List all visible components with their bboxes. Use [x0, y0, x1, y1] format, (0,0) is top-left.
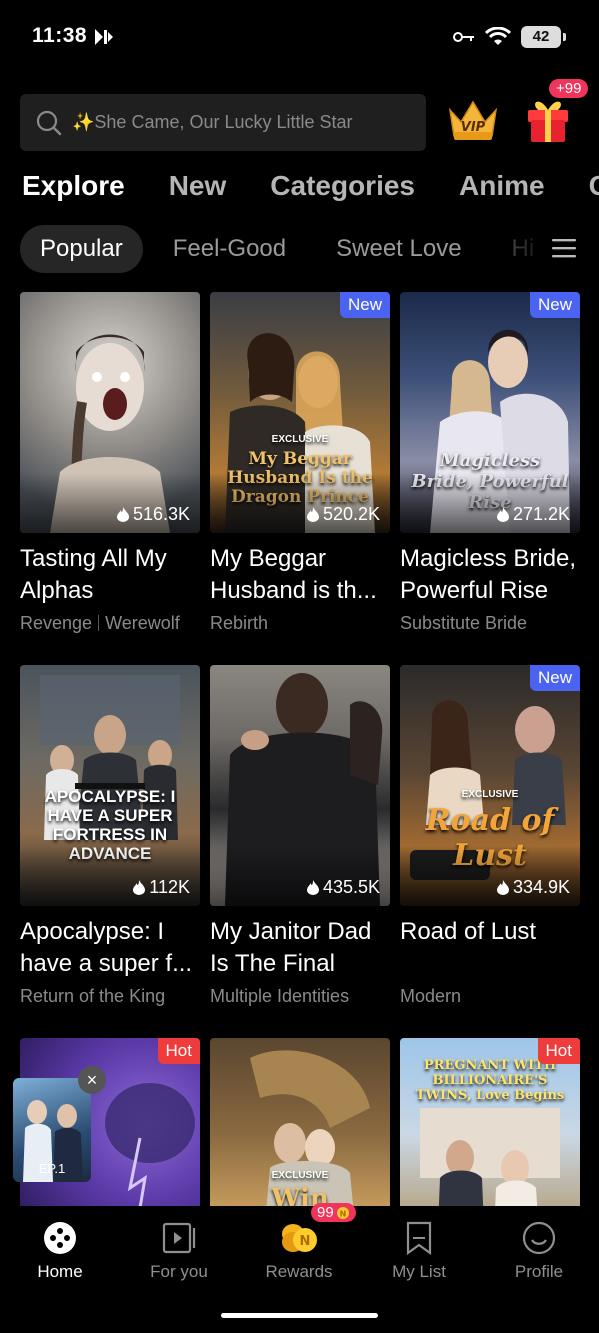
- view-count: 435.5K: [306, 877, 380, 898]
- view-count: 271.2K: [496, 504, 570, 525]
- battery-indicator: 42: [521, 26, 566, 48]
- card-title: Magicless Bride, Powerful Rise: [400, 545, 577, 604]
- status-tray: 42: [453, 26, 566, 48]
- wifi-icon: [485, 27, 511, 45]
- cover-text: EXCLUSIVE: [271, 434, 329, 445]
- fire-icon: [496, 507, 509, 522]
- new-tag: New: [339, 292, 390, 318]
- screen-mirror-icon: [95, 29, 113, 45]
- chip-feel-good[interactable]: Feel-Good: [153, 225, 306, 273]
- primary-tabs: Explore New Categories Anime C: [22, 170, 599, 214]
- cover-image: Magicless Bride, Powerful Rise New 271.2…: [400, 292, 580, 533]
- coins-icon: N: [282, 1224, 317, 1252]
- drama-card[interactable]: 435.5K My Janitor Dad Is The Final Bo...…: [210, 665, 390, 1007]
- cover-text: EXCLUSIVE: [271, 1170, 329, 1181]
- new-tag: New: [529, 665, 580, 691]
- view-count: 516.3K: [116, 504, 190, 525]
- hot-tag: Hot: [537, 1038, 580, 1064]
- card-genres: Modern: [400, 986, 462, 1006]
- cover-image: EXCLUSIVE Road of Lust New 334.9K: [400, 665, 580, 906]
- card-genres: Substitute Bride: [400, 613, 528, 633]
- mini-player[interactable]: EP.1: [13, 1078, 91, 1182]
- nav-label: Home: [37, 1262, 83, 1281]
- card-title: Apocalypse: I have a super f...: [20, 918, 193, 977]
- view-count: 520.2K: [306, 504, 380, 525]
- home-indicator[interactable]: [221, 1313, 378, 1318]
- profile-icon: [522, 1221, 556, 1255]
- drama-card[interactable]: 516.3K Tasting All My Alphas Revenge Were…: [20, 292, 200, 634]
- vip-crown-icon[interactable]: VIP: [446, 96, 500, 144]
- cover-text: PREGNANT WITH BILLIONAIRE'S TWINS, Love …: [415, 1058, 565, 1103]
- search-bar[interactable]: ✨She Came, Our Lucky Little Star: [20, 94, 426, 151]
- drama-card[interactable]: EXCLUSIVE My Beggar Husband Is the Drago…: [210, 292, 390, 634]
- gift-icon[interactable]: [524, 92, 572, 144]
- card-genres: Multiple Identities: [210, 986, 350, 1006]
- drama-card[interactable]: Magicless Bride, Powerful Rise New 271.2…: [400, 292, 580, 634]
- nav-rewards[interactable]: N Rewards: [239, 1220, 359, 1282]
- hot-tag: Hot: [157, 1038, 200, 1064]
- card-genres: Return of the King: [20, 986, 166, 1006]
- fire-icon: [116, 507, 129, 522]
- vip-label: VIP: [461, 120, 486, 135]
- card-title: My Janitor Dad Is The Final Bo...: [210, 918, 372, 977]
- tab-anime[interactable]: Anime: [459, 170, 545, 214]
- card-genres: Rebirth: [210, 613, 269, 633]
- nav-label: Profile: [514, 1262, 564, 1281]
- close-icon[interactable]: ×: [78, 1066, 106, 1094]
- nav-label: Rewards: [265, 1262, 333, 1281]
- nav-label: My List: [392, 1262, 446, 1281]
- gift-badge: +99: [549, 79, 589, 98]
- menu-icon[interactable]: [552, 237, 576, 259]
- chips-fade: [500, 225, 550, 273]
- tab-new[interactable]: New: [169, 170, 227, 214]
- home-icon: [44, 1222, 76, 1254]
- search-icon: [36, 110, 62, 135]
- genre-chips: Popular Feel-Good Sweet Love Hi: [20, 225, 564, 273]
- nav-home[interactable]: Home: [0, 1220, 120, 1282]
- chip-popular[interactable]: Popular: [20, 225, 143, 273]
- cover-image: 516.3K: [20, 292, 200, 533]
- cover-text: EXCLUSIVE: [461, 789, 519, 800]
- cover-image: APOCALYPSE: I HAVE A SUPER FORTRESS IN A…: [20, 665, 200, 906]
- rewards-badge: 99 N: [311, 1203, 356, 1222]
- tab-explore[interactable]: Explore: [22, 170, 125, 214]
- nav-for-you[interactable]: For you: [119, 1220, 239, 1282]
- nav-profile[interactable]: Profile: [479, 1220, 599, 1282]
- card-genres: Revenge Werewolf: [20, 613, 180, 633]
- play-card-icon: [162, 1222, 196, 1254]
- cover-image: EXCLUSIVE My Beggar Husband Is the Drago…: [210, 292, 390, 533]
- nav-label: For you: [150, 1262, 208, 1281]
- tab-overflow[interactable]: C: [589, 170, 599, 214]
- fire-icon: [306, 507, 319, 522]
- view-count: 334.9K: [496, 877, 570, 898]
- card-title: My Beggar Husband is th...: [210, 545, 377, 604]
- tab-categories[interactable]: Categories: [270, 170, 415, 214]
- fire-icon: [496, 880, 509, 895]
- card-title: Tasting All My Alphas: [20, 545, 167, 604]
- new-tag: New: [529, 292, 580, 318]
- drama-card[interactable]: APOCALYPSE: I HAVE A SUPER FORTRESS IN A…: [20, 665, 200, 1007]
- coin-icon: N: [336, 1206, 349, 1219]
- nav-my-list[interactable]: My List: [359, 1220, 479, 1282]
- card-title: Road of Lust: [400, 918, 537, 945]
- fire-icon: [306, 880, 319, 895]
- drama-card[interactable]: EXCLUSIVE Road of Lust New 334.9K Road o…: [400, 665, 580, 1007]
- search-placeholder: ✨She Came, Our Lucky Little Star: [72, 112, 353, 132]
- fire-icon: [133, 880, 146, 895]
- status-bar: 11:38 42: [0, 0, 599, 76]
- cover-image: 435.5K: [210, 665, 390, 906]
- status-time: 11:38: [32, 24, 88, 47]
- view-count: 112K: [133, 877, 190, 898]
- svg-text:N: N: [339, 1209, 346, 1218]
- chip-sweet-love[interactable]: Sweet Love: [316, 225, 481, 273]
- svg-text:N: N: [300, 1234, 311, 1249]
- key-icon: [453, 32, 474, 42]
- bookmark-icon: [406, 1221, 432, 1256]
- mini-player-episode: EP.1: [38, 1161, 66, 1176]
